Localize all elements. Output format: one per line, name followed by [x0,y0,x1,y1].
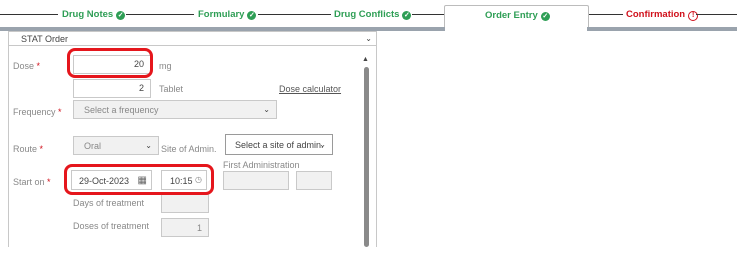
check-icon: ✓ [540,12,550,21]
route-value: Oral [84,141,102,151]
site-of-admin-select[interactable]: Select a site of admin. ⌄ [225,134,333,155]
stepper-line [126,14,194,15]
start-datetime-highlight [64,164,214,195]
chevron-down-icon: ⌄ [263,105,270,114]
step-label: Drug Notes [62,9,114,20]
check-icon: ✓ [116,11,126,20]
days-of-treatment-label: Days of treatment [73,198,145,208]
frequency-placeholder: Select a frequency [84,105,159,115]
dose-highlight [67,48,153,78]
step-confirmation[interactable]: Confirmation! [626,9,699,21]
chevron-down-icon: ⌄ [365,34,372,43]
step-drug-notes[interactable]: Drug Notes ✓ [62,9,126,20]
stepper-line [589,14,623,15]
scrollbar-thumb[interactable] [364,67,369,247]
chevron-down-icon: ⌄ [145,141,152,150]
dose-calculator-link[interactable]: Dose calculator [279,84,341,94]
scroll-up-icon[interactable]: ▲ [362,56,369,63]
step-drug-conflicts[interactable]: Drug Conflicts ✓ [334,9,412,20]
order-type-value: STAT Order [21,34,69,44]
route-label: Route * [13,144,44,154]
error-icon: ! [688,11,699,21]
check-icon: ✓ [402,11,412,20]
step-label: Order Entry [485,10,538,21]
step-label: Confirmation [626,9,686,20]
site-of-admin-label: Site of Admin. [161,144,217,154]
order-type-select[interactable]: STAT Order ⌄ [9,32,376,46]
stepper-line [0,14,58,15]
order-entry-panel: STAT Order ⌄ ▲ Dose * 20 mg 2 Tablet Dos… [8,31,377,247]
frequency-select[interactable]: Select a frequency ⌄ [73,100,277,119]
dose-unit: mg [159,61,172,71]
dose-label: Dose * [13,61,41,71]
step-order-entry-tab[interactable]: Order Entry ✓ [444,5,589,31]
first-administration-time [296,171,332,190]
step-formulary[interactable]: Formulary ✓ [198,9,257,20]
step-label: Drug Conflicts [334,9,400,20]
doses-of-treatment-value: 1 [196,223,202,233]
route-select[interactable]: Oral ⌄ [73,136,159,155]
stepper-line [258,14,331,15]
start-on-label: Start on * [13,177,51,187]
doses-of-treatment-label: Doses of treatment [73,221,150,231]
check-icon: ✓ [247,11,257,20]
days-of-treatment-input[interactable] [161,194,209,213]
step-label: Formulary [198,9,245,20]
step-order-entry: Order Entry ✓ [485,10,550,21]
doses-of-treatment-input[interactable]: 1 [161,218,209,237]
stepper-line [696,14,737,15]
stepper-line [412,14,444,15]
tablet-unit: Tablet [159,84,184,94]
tablet-quantity-value: 2 [138,83,144,93]
tablet-quantity-input[interactable]: 2 [73,79,151,98]
site-of-admin-placeholder: Select a site of admin. [235,140,324,150]
frequency-label: Frequency * [13,107,62,117]
chevron-down-icon: ⌄ [319,140,326,149]
stepper-underline [587,27,737,31]
first-administration-label: First Administration [223,160,300,170]
first-administration-date [223,171,289,190]
